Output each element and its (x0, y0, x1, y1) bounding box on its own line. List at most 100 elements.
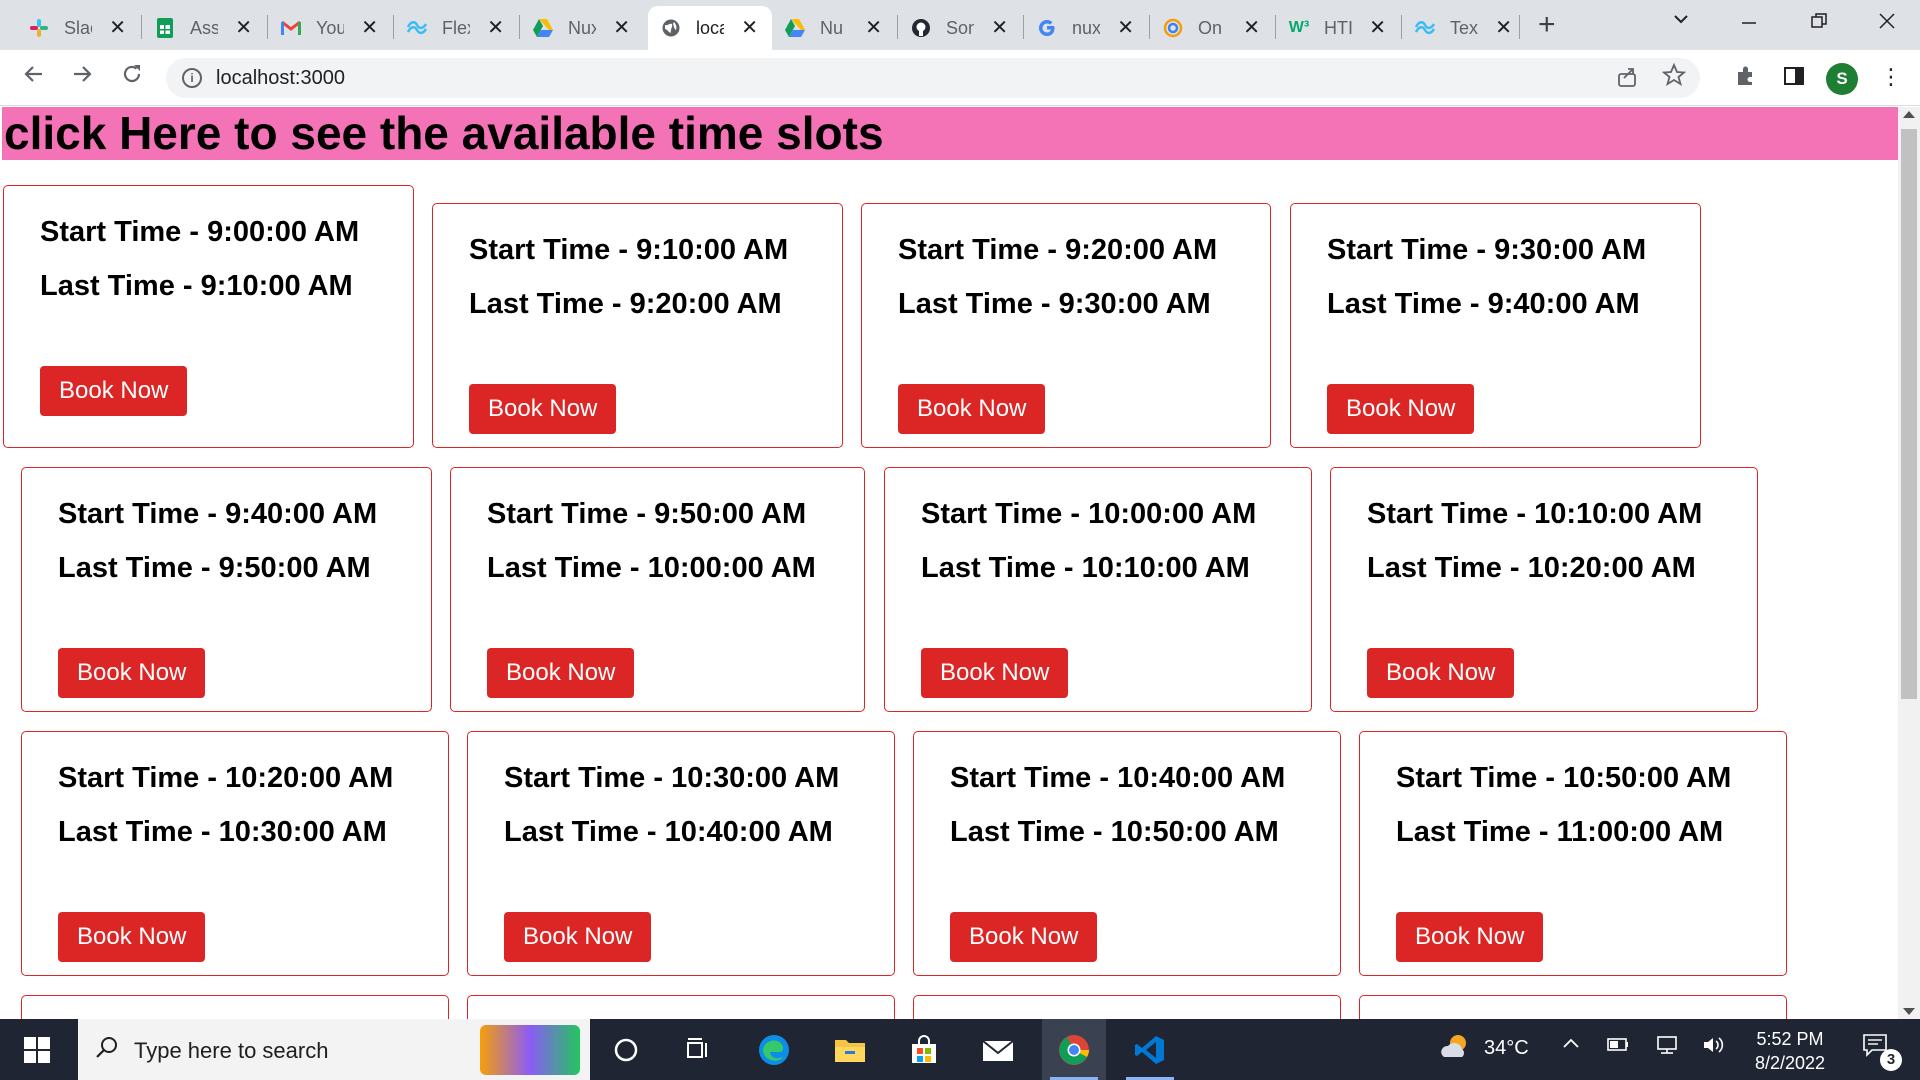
edge-icon[interactable] (742, 1019, 806, 1080)
close-tab-icon[interactable]: ✕ (1117, 17, 1134, 39)
slot-start-time: Start Time - 9:30:00 AM (1327, 234, 1646, 267)
profile-avatar[interactable]: S (1826, 63, 1858, 95)
address-url[interactable]: localhost:3000 (216, 67, 345, 90)
taskbar-clock[interactable]: 5:52 PM 8/2/2022 (1740, 1027, 1840, 1075)
last-value: 9:30:00 AM (1058, 288, 1211, 320)
last-value: 9:40:00 AM (1487, 288, 1640, 320)
last-value: 10:00:00 AM (647, 552, 816, 584)
book-now-button[interactable]: Book Now (898, 384, 1046, 434)
book-now-button[interactable]: Book Now (487, 648, 635, 698)
reload-icon[interactable] (120, 62, 144, 91)
file-explorer-icon[interactable] (818, 1019, 882, 1080)
tab-drive[interactable]: Nux ✕ (520, 6, 644, 50)
book-now-button[interactable]: Book Now (58, 912, 206, 962)
book-now-button[interactable]: Book Now (58, 648, 206, 698)
restore-window-icon[interactable] (1810, 10, 1828, 36)
windows-start-icon[interactable] (24, 1037, 50, 1063)
minimize-window-icon[interactable] (1740, 10, 1758, 36)
tab-title: Flex (442, 17, 470, 38)
scrollbar-thumb[interactable] (1901, 129, 1917, 699)
book-now-button[interactable]: Book Now (950, 912, 1098, 962)
scroll-up-arrow-icon[interactable] (1903, 111, 1915, 118)
back-arrow-icon[interactable] (22, 62, 46, 91)
site-info-icon[interactable]: i (182, 68, 202, 88)
cortana-icon[interactable] (594, 1019, 658, 1080)
tab-localhost[interactable]: loca ✕ (648, 6, 772, 50)
close-tab-icon[interactable]: ✕ (1243, 17, 1260, 39)
vscode-icon[interactable] (1118, 1019, 1182, 1080)
slot-last-time: Last Time - 9:10:00 AM (40, 270, 353, 303)
side-panel-icon[interactable] (1782, 64, 1806, 94)
close-tab-icon[interactable]: ✕ (361, 17, 378, 39)
w3schools-icon: W³ (1288, 19, 1310, 36)
tab-slack[interactable]: Slac ✕ (16, 6, 140, 50)
bookmark-star-icon[interactable] (1661, 62, 1687, 94)
close-tab-icon[interactable]: ✕ (487, 17, 504, 39)
start-label: Start Time - (898, 234, 1066, 266)
last-value: 9:10:00 AM (200, 270, 353, 302)
mail-icon[interactable] (966, 1019, 1030, 1080)
tab-w3schools[interactable]: W³ HTI ✕ (1276, 6, 1400, 50)
slot-last-time: Last Time - 10:00:00 AM (487, 552, 816, 585)
slot-last-time: Last Time - 9:20:00 AM (469, 288, 782, 321)
battery-icon[interactable] (1606, 1035, 1630, 1059)
share-icon[interactable] (1616, 66, 1638, 94)
taskbar-search-box[interactable]: Type here to search (78, 1019, 590, 1080)
close-tab-icon[interactable]: ✕ (109, 17, 126, 39)
taskbar-search-placeholder[interactable]: Type here to search (134, 1038, 328, 1064)
tab-spiral[interactable]: On ✕ (1150, 6, 1274, 50)
scroll-down-arrow-icon[interactable] (1903, 1008, 1915, 1015)
slot-card: Start Time - 9:40:00 AM Last Time - 9:50… (21, 467, 432, 712)
tab-search-chevron-icon[interactable] (1672, 8, 1690, 34)
tab-gmail[interactable]: You ✕ (268, 6, 392, 50)
book-now-button[interactable]: Book Now (469, 384, 617, 434)
chrome-menu-icon[interactable]: ⋮ (1880, 64, 1902, 90)
last-label: Last Time - (504, 816, 665, 848)
slot-card: Start Time - 9:00:00 AM Last Time - 9:10… (3, 185, 414, 448)
forward-arrow-icon[interactable] (70, 62, 94, 91)
book-now-button[interactable]: Book Now (1396, 912, 1544, 962)
start-label: Start Time - (1367, 498, 1535, 530)
close-tab-icon[interactable]: ✕ (1495, 17, 1512, 39)
volume-icon[interactable] (1702, 1035, 1726, 1061)
start-label: Start Time - (1327, 234, 1495, 266)
start-label: Start Time - (40, 216, 208, 248)
tab-flex[interactable]: Flex ✕ (394, 6, 518, 50)
network-icon[interactable] (1654, 1035, 1680, 1061)
close-tab-icon[interactable]: ✕ (613, 17, 630, 39)
microsoft-store-icon[interactable] (892, 1019, 956, 1080)
book-now-button[interactable]: Book Now (1367, 648, 1515, 698)
show-hidden-icons-chevron-icon[interactable] (1562, 1035, 1580, 1059)
start-value: 9:00:00 AM (207, 216, 360, 248)
close-window-icon[interactable] (1878, 10, 1896, 36)
page-title[interactable]: click Here to see the available time slo… (2, 107, 1898, 160)
chrome-icon[interactable] (1042, 1019, 1106, 1080)
clock-date: 8/2/2022 (1754, 1053, 1826, 1073)
book-now-button[interactable]: Book Now (1327, 384, 1475, 434)
book-now-button[interactable]: Book Now (921, 648, 1069, 698)
slot-card: Start Time - 10:50:00 AM Last Time - 11:… (1359, 731, 1787, 976)
close-tab-icon[interactable]: ✕ (235, 17, 252, 39)
book-now-button[interactable]: Book Now (40, 366, 188, 416)
tab-drive-2[interactable]: Nu ✕ (772, 6, 896, 50)
tab-github[interactable]: Son ✕ (898, 6, 1022, 50)
new-tab-button[interactable]: + (1538, 10, 1556, 40)
slot-start-time: Start Time - 10:30:00 AM (504, 762, 839, 795)
close-tab-icon[interactable]: ✕ (991, 17, 1008, 39)
tab-text[interactable]: Text ✕ (1402, 6, 1526, 50)
tab-google[interactable]: nux ✕ (1024, 6, 1148, 50)
tab-title: Assi (190, 17, 218, 38)
close-tab-icon[interactable]: ✕ (1369, 17, 1386, 39)
address-bar[interactable]: i localhost:3000 (166, 58, 1700, 98)
page-scrollbar[interactable] (1898, 107, 1920, 1019)
close-tab-icon[interactable]: ✕ (741, 17, 758, 39)
close-tab-icon[interactable]: ✕ (865, 17, 882, 39)
book-now-button[interactable]: Book Now (504, 912, 652, 962)
tab-sheets[interactable]: Assi ✕ (142, 6, 266, 50)
tab-separator (1519, 15, 1520, 39)
extensions-icon[interactable] (1734, 64, 1758, 94)
slot-card: Start Time - 10:10:00 AM Last Time - 10:… (1330, 467, 1758, 712)
task-view-icon[interactable] (666, 1019, 730, 1080)
weather-temperature[interactable]: 34°C (1484, 1037, 1529, 1060)
weather-icon[interactable] (1440, 1031, 1472, 1067)
